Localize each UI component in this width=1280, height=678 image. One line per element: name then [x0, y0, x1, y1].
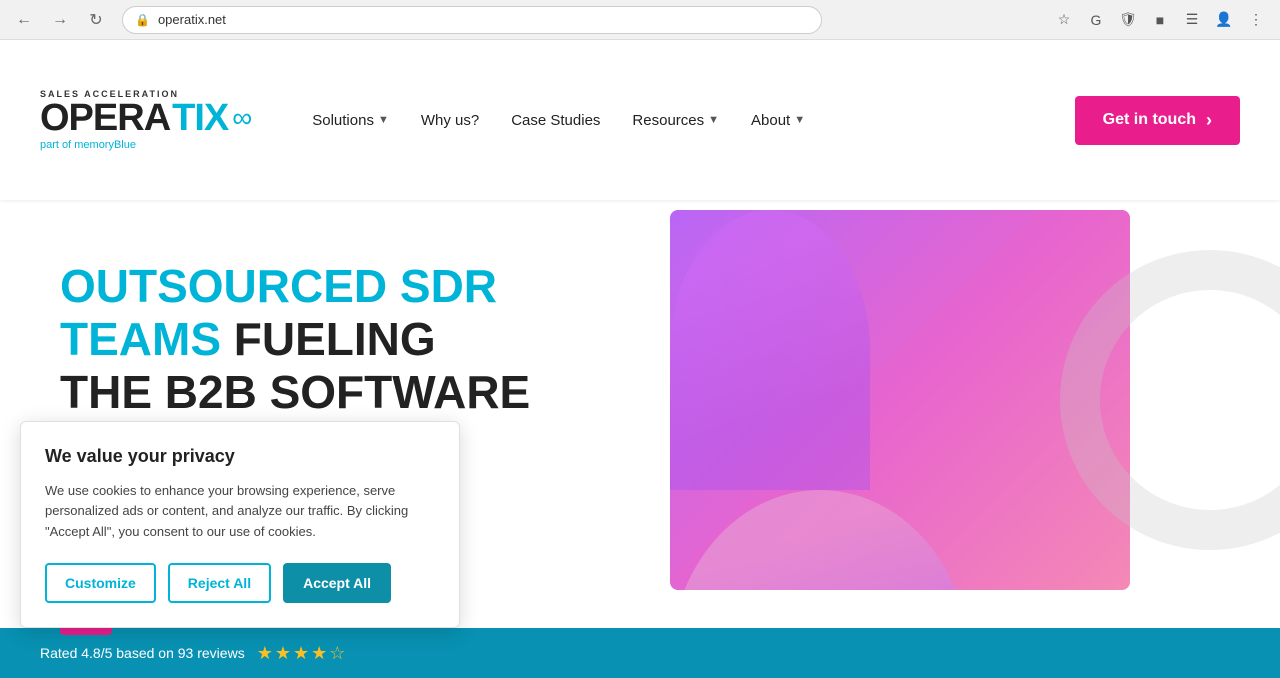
resources-chevron: ▼ — [708, 114, 719, 126]
url-text: operatix.net — [158, 12, 226, 27]
logo-sub: part of memoryBlue — [40, 139, 252, 151]
site-header: SALES ACCELERATION OPERATIX∞ part of mem… — [0, 40, 1280, 200]
browser-chrome: ← → ↻ 🔒 operatix.net ☆ G 🛡 ■ ☰ 👤 ⋮ — [0, 0, 1280, 40]
cta-arrow-icon: › — [1206, 110, 1212, 131]
logo-area: SALES ACCELERATION OPERATIX∞ part of mem… — [40, 89, 252, 151]
logo-tix: TIX — [172, 99, 228, 137]
cookie-text: We use cookies to enhance your browsing … — [45, 481, 435, 543]
reject-all-button[interactable]: Reject All — [168, 563, 271, 603]
lock-icon: 🔒 — [135, 13, 150, 27]
nav-resources[interactable]: Resources ▼ — [632, 112, 719, 129]
forward-button[interactable]: → — [46, 6, 74, 34]
about-chevron: ▼ — [794, 114, 805, 126]
accept-all-button[interactable]: Accept All — [283, 563, 391, 603]
nav-why-us[interactable]: Why us? — [421, 112, 479, 129]
customize-button[interactable]: Customize — [45, 563, 156, 603]
cookie-buttons: Customize Reject All Accept All — [45, 563, 435, 603]
nav-about[interactable]: About ▼ — [751, 112, 805, 129]
logo-opera: OPERA — [40, 99, 170, 137]
profile-icon[interactable]: 👤 — [1210, 6, 1238, 34]
cookie-title: We value your privacy — [45, 446, 435, 467]
shield-icon[interactable]: 🛡 — [1114, 6, 1142, 34]
site-wrapper: SALES ACCELERATION OPERATIX∞ part of mem… — [0, 40, 1280, 678]
reload-button[interactable]: ↻ — [82, 6, 110, 34]
solutions-chevron: ▼ — [378, 114, 389, 126]
hero-section: OUTSOURCED SDR TEAMS FUELING THE B2B SOF… — [0, 200, 1280, 678]
browser-actions: ☆ G 🛡 ■ ☰ 👤 ⋮ — [1050, 6, 1270, 34]
cookie-banner: We value your privacy We use cookies to … — [20, 421, 460, 628]
extensions-button[interactable]: ■ — [1146, 6, 1174, 34]
back-button[interactable]: ← — [10, 6, 38, 34]
grammarly-icon[interactable]: G — [1082, 6, 1110, 34]
logo-infinity: ∞ — [232, 104, 252, 132]
address-bar[interactable]: 🔒 operatix.net — [122, 6, 822, 34]
get-in-touch-button[interactable]: Get in touch › — [1075, 96, 1240, 145]
nav-solutions[interactable]: Solutions ▼ — [312, 112, 389, 129]
menu-button[interactable]: ⋮ — [1242, 6, 1270, 34]
sidebar-button[interactable]: ☰ — [1178, 6, 1206, 34]
nav-case-studies[interactable]: Case Studies — [511, 112, 600, 129]
logo-main: OPERATIX∞ — [40, 99, 252, 137]
hero-image — [670, 200, 1280, 678]
bookmark-button[interactable]: ☆ — [1050, 6, 1078, 34]
site-nav: Solutions ▼ Why us? Case Studies Resourc… — [312, 112, 1074, 129]
